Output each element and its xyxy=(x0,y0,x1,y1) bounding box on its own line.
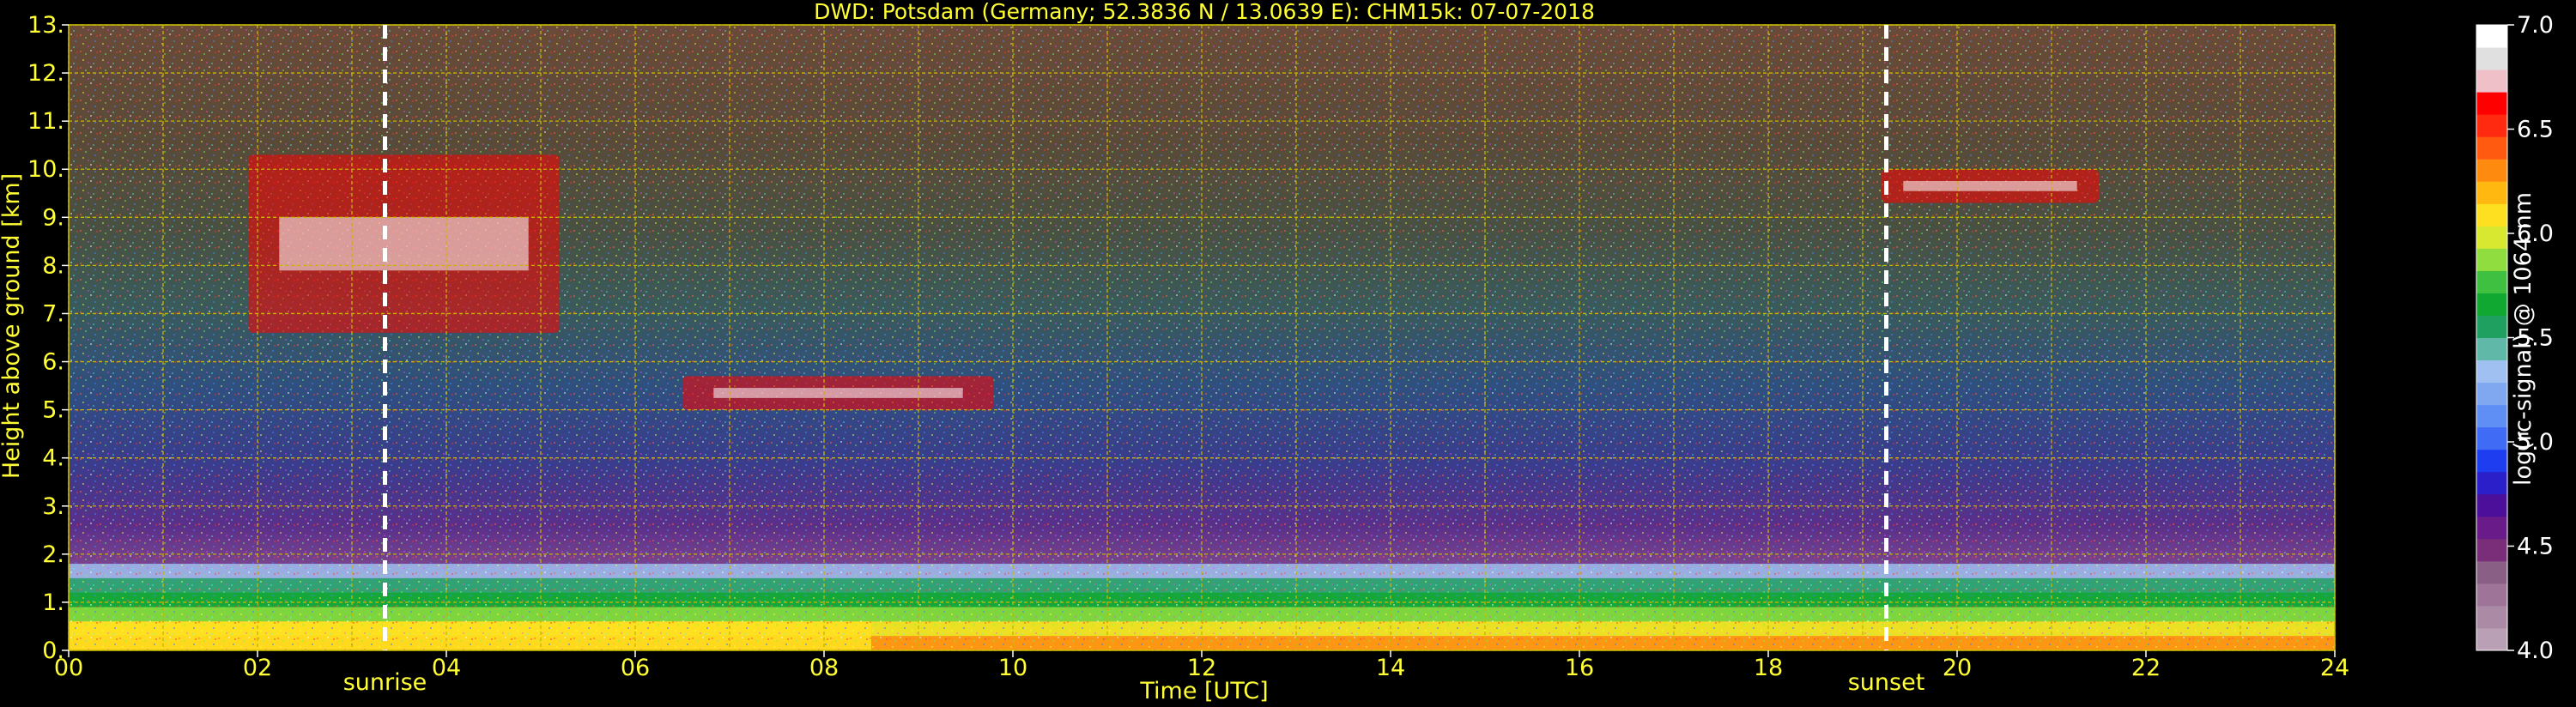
x-tick-label: 18 xyxy=(1754,655,1783,681)
colorbar-swatch xyxy=(2476,471,2507,495)
x-tick-label: 10 xyxy=(998,655,1027,681)
colorbar-swatch xyxy=(2476,226,2507,249)
y-tick-label: 5. xyxy=(42,397,64,424)
colorbar-tick-label: 4.5 xyxy=(2517,534,2554,560)
y-axis-label: Height above ground [km] xyxy=(0,173,25,479)
colorbar-swatch xyxy=(2476,293,2507,316)
colorbar-swatch xyxy=(2476,337,2507,361)
colorbar-swatch xyxy=(2476,493,2507,517)
colorbar-swatches xyxy=(2476,24,2508,651)
colorbar-tick-label: 6.5 xyxy=(2517,117,2554,143)
colorbar: 4.04.55.05.56.06.57.0 log(rc-signal) @ 1… xyxy=(2476,12,2554,664)
y-axis: 0. 1. 2. 3. 4. 5. 6. 7. 8. 9. 10. 11. 12. 13. xyxy=(27,12,69,664)
y-tick-label: 7. xyxy=(42,300,64,327)
x-tick-label: 16 xyxy=(1565,655,1594,681)
y-tick-label: 2. xyxy=(42,541,64,568)
colorbar-swatch xyxy=(2476,270,2507,293)
colorbar-swatch xyxy=(2476,605,2507,629)
plot-area: sunrise sunset xyxy=(68,24,2336,696)
cloud-layer-core xyxy=(1903,180,2077,191)
x-tick-label: 24 xyxy=(2320,655,2349,681)
colorbar-swatch xyxy=(2476,25,2507,48)
colorbar-label: log(rc-signal) @ 1064 nm xyxy=(2510,192,2537,486)
colorbar-swatch xyxy=(2476,449,2507,473)
x-tick-label: 04 xyxy=(432,655,461,681)
colorbar-swatch xyxy=(2476,426,2507,450)
x-tick-label: 06 xyxy=(621,655,650,681)
x-tick-label: 08 xyxy=(809,655,839,681)
colorbar-swatch xyxy=(2476,181,2507,204)
y-tick-label: 8. xyxy=(42,252,64,279)
y-tick-label: 6. xyxy=(42,349,64,376)
cloud-layer-core xyxy=(279,217,529,271)
colorbar-swatch xyxy=(2476,92,2507,115)
sun-marker-label: sunrise xyxy=(343,669,427,696)
colorbar-swatch xyxy=(2476,382,2507,406)
x-axis-label: Time [UTC] xyxy=(1139,678,1268,704)
colorbar-swatch xyxy=(2476,136,2507,160)
x-tick-label: 02 xyxy=(243,655,272,681)
colorbar-tick-label: 7.0 xyxy=(2517,12,2554,39)
colorbar-swatch xyxy=(2476,516,2507,540)
y-tick-label: 0. xyxy=(42,638,64,664)
colorbar-swatch xyxy=(2476,583,2507,607)
x-tick-label: 20 xyxy=(1943,655,1972,681)
chart-title: DWD: Potsdam (Germany; 52.3836 N / 13.06… xyxy=(814,0,1595,24)
y-tick-label: 11. xyxy=(27,108,64,135)
colorbar-tick-label: 4.0 xyxy=(2517,638,2554,664)
cloud-layer-core xyxy=(713,388,963,398)
colorbar-swatch xyxy=(2476,159,2507,182)
colorbar-swatch xyxy=(2476,203,2507,227)
y-tick-label: 10. xyxy=(27,156,64,183)
colorbar-swatch xyxy=(2476,538,2507,562)
colorbar-swatch xyxy=(2476,560,2507,584)
y-tick-label: 3. xyxy=(42,493,64,520)
colorbar-swatch xyxy=(2476,360,2507,384)
y-tick-label: 12. xyxy=(27,60,64,87)
colorbar-swatch xyxy=(2476,404,2507,428)
sun-marker-label: sunset xyxy=(1848,669,1925,696)
colorbar-swatch xyxy=(2476,114,2507,137)
colorbar-swatch xyxy=(2476,627,2507,651)
ceilometer-chart: sunrise sunset 00 02 04 06 08 10 12 14 16 18 20 22 24… xyxy=(0,0,2554,704)
x-tick-label: 14 xyxy=(1376,655,1405,681)
x-tick-label: 22 xyxy=(2131,655,2161,681)
y-tick-label: 9. xyxy=(42,204,64,231)
colorbar-swatch xyxy=(2476,69,2507,93)
colorbar-swatch xyxy=(2476,248,2507,271)
colorbar-swatch xyxy=(2476,47,2507,70)
y-tick-label: 13. xyxy=(27,12,64,39)
y-tick-label: 4. xyxy=(42,445,64,472)
colorbar-swatch xyxy=(2476,315,2507,338)
y-tick-label: 1. xyxy=(42,589,64,616)
